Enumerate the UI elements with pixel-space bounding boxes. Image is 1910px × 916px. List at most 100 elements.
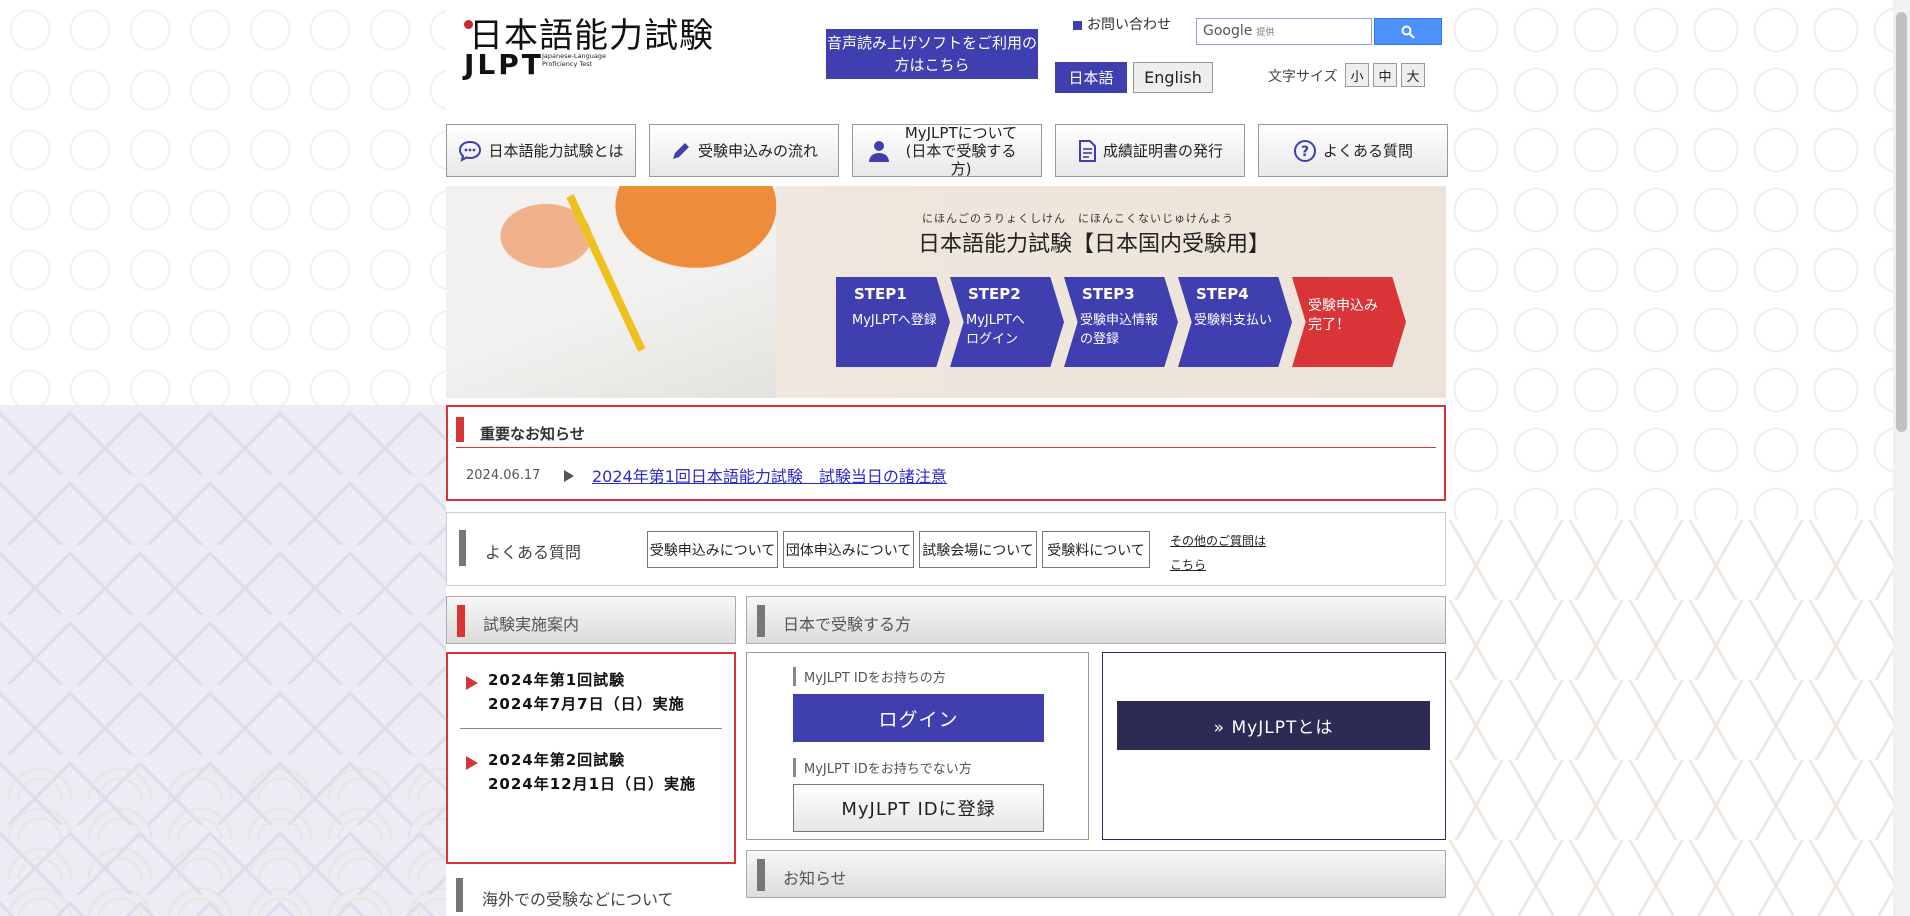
faq-other-line1: その他のご質問は (1170, 534, 1267, 548)
myjlpt-about-button[interactable]: » MyJLPTとは (1117, 701, 1430, 750)
notice-divider (456, 447, 1436, 448)
myjlpt-about-panel: » MyJLPTとは (1102, 652, 1446, 840)
notice-link[interactable]: 2024年第1回日本語能力試験 試験当日の諸注意 (592, 463, 947, 487)
language-japanese-button[interactable]: 日本語 (1055, 62, 1127, 93)
contact-label: お問い合わせ (1087, 17, 1171, 33)
font-size-small-button[interactable]: 小 (1345, 63, 1369, 87)
step-1-number: STEP1 (854, 285, 907, 303)
font-size-large-button[interactable]: 大 (1401, 63, 1425, 87)
no-id-label: MyJLPT IDをお持ちでない方 (793, 758, 972, 777)
overseas-label: 海外での受験などについて (482, 890, 674, 909)
nav-faq[interactable]: ? よくある質問 (1258, 124, 1448, 177)
faq-panel: よくある質問 受験申込みについて 団体申込みについて 試験会場について 受験料に… (446, 512, 1446, 586)
step-3[interactable]: STEP3 受験申込情報の登録 (1064, 277, 1178, 367)
faq-title: よくある質問 (485, 543, 582, 562)
important-notice: 重要なお知らせ 2024.06.17 2024年第1回日本語能力試験 試験当日の… (446, 405, 1446, 501)
schedule-header-label: 試験実施案内 (483, 615, 580, 634)
font-size-label: 文字サイズ (1268, 69, 1338, 85)
register-button[interactable]: MyJLPT IDに登録 (793, 784, 1044, 832)
nav-about-jlpt[interactable]: 日本語能力試験とは (446, 124, 636, 177)
pencil-icon (672, 142, 689, 159)
search-button[interactable] (1374, 18, 1442, 45)
japan-accent-bar (757, 605, 765, 637)
schedule-item-1-date: 2024年7月7日（日）実施 (488, 695, 685, 713)
notice-title: 重要なお知らせ (480, 425, 585, 443)
scrollbar-thumb[interactable] (1896, 12, 1907, 432)
overseas-accent-bar (456, 878, 463, 912)
nav-faq-label: よくある質問 (1322, 141, 1413, 160)
step-4-number: STEP4 (1196, 285, 1249, 303)
japan-section-header: 日本で受験する方 (746, 596, 1446, 644)
faq-venue-button[interactable]: 試験会場について (919, 531, 1037, 568)
step-3-text: 受験申込情報の登録 (1080, 313, 1159, 347)
login-button[interactable]: ログイン (793, 694, 1044, 742)
step-3-number: STEP3 (1082, 285, 1135, 303)
news-section-header: お知らせ (746, 850, 1446, 898)
faq-other-line2: こちら (1170, 558, 1207, 572)
background-pattern-left-top (0, 0, 446, 410)
schedule-item-2-title: 2024年第2回試験 (488, 751, 626, 769)
login-panel: MyJLPT IDをお持ちの方 ログイン MyJLPT IDをお持ちでない方 M… (746, 652, 1089, 840)
background-pattern-right-bottom (1446, 520, 1910, 916)
nav-certificate-label: 成績証明書の発行 (1102, 141, 1223, 160)
hero-banner: にほんごのうりょくしけん にほんこくないじゅけんよう 日本語能力試験【日本国内受… (446, 186, 1446, 398)
pencil-image (566, 194, 646, 352)
step-complete[interactable]: 受験申込み完了！ (1292, 277, 1406, 367)
news-accent-bar (757, 859, 765, 891)
nav-certificate[interactable]: 成績証明書の発行 (1055, 124, 1245, 177)
faq-other-link[interactable]: その他のご質問は こちら (1170, 529, 1266, 577)
search-icon (1401, 25, 1415, 39)
search-placeholder: Google (1203, 23, 1253, 39)
logo-subtitle: Japanese-Language Proficiency Test (542, 52, 606, 68)
schedule-panel: 2024年第1回試験 2024年7月7日（日）実施 2024年第2回試験 2024年… (446, 652, 736, 864)
notice-date: 2024.06.17 (466, 468, 541, 483)
step-2-text: MyJLPTへログイン (966, 313, 1025, 347)
vertical-scrollbar[interactable] (1893, 0, 1910, 916)
square-bullet-icon (1073, 20, 1082, 30)
voice-reader-button[interactable]: 音声読み上げソフトをご利用の方はこちら (826, 29, 1038, 79)
step-complete-text: 受験申込み完了！ (1308, 298, 1378, 333)
overseas-link[interactable]: 海外での受験などについて (446, 874, 736, 916)
speech-bubble-icon (459, 140, 482, 162)
schedule-section-header[interactable]: 試験実施案内 (446, 596, 736, 644)
faq-fee-button[interactable]: 受験料について (1042, 531, 1150, 568)
nav-application-flow[interactable]: 受験申込みの流れ (649, 124, 839, 177)
hero-title: 日本語能力試験【日本国内受験用】 (918, 232, 1271, 257)
faq-accent-bar (459, 530, 466, 566)
contact-link[interactable]: お問い合わせ (1073, 14, 1171, 34)
site-logo-jlpt[interactable]: JLPT (464, 48, 544, 81)
faq-group-application-button[interactable]: 団体申込みについて (783, 531, 914, 568)
hero-photo-hand-writing (446, 186, 776, 398)
background-pattern-right-top (1446, 0, 1910, 520)
schedule-item-2-date: 2024年12月1日（日）実施 (488, 775, 697, 793)
notice-accent-bar (456, 417, 464, 442)
step-1[interactable]: STEP1 MyJLPTへ登録 (836, 277, 950, 367)
step-4-text: 受験料支払い (1194, 313, 1273, 328)
news-header-label: お知らせ (783, 869, 847, 888)
step-2[interactable]: STEP2 MyJLPTへログイン (950, 277, 1064, 367)
language-english-button[interactable]: English (1133, 62, 1213, 93)
search-provided-label: 提供 (1256, 28, 1275, 38)
schedule-item-1[interactable]: 2024年第1回試験 2024年7月7日（日）実施 (488, 668, 685, 716)
user-icon (869, 140, 889, 162)
nav-application-flow-label: 受験申込みの流れ (697, 141, 818, 160)
step-4[interactable]: STEP4 受験料支払い (1178, 277, 1292, 367)
search-input[interactable]: Google 提供 (1196, 18, 1372, 45)
nav-myjlpt[interactable]: MyJLPTについて(日本で受験する方) (852, 123, 1042, 178)
schedule-item-1-title: 2024年第1回試験 (488, 671, 626, 689)
svg-text:?: ? (1301, 144, 1309, 160)
nav-myjlpt-label: MyJLPTについて(日本で受験する方) (904, 123, 1018, 178)
hero-ruby: にほんごのうりょくしけん にほんこくないじゅけんよう (922, 212, 1234, 225)
background-pattern-left-wave (0, 760, 446, 916)
schedule-accent-bar (457, 605, 465, 637)
schedule-item-2[interactable]: 2024年第2回試験 2024年12月1日（日）実施 (488, 748, 696, 796)
nav-about-jlpt-label: 日本語能力試験とは (488, 141, 624, 160)
step-flow: STEP1 MyJLPTへ登録 STEP2 MyJLPTへログイン STEP3 受験申… (836, 277, 1406, 367)
question-circle-icon: ? (1293, 139, 1316, 162)
japan-header-label: 日本で受験する方 (783, 615, 912, 634)
red-arrow-icon (466, 676, 478, 690)
font-size-medium-button[interactable]: 中 (1373, 63, 1397, 87)
schedule-divider (460, 728, 722, 729)
page-content: 日本語能力試験 JLPT Japanese-Language Proficien… (446, 0, 1448, 916)
faq-application-button[interactable]: 受験申込みについて (647, 531, 778, 568)
